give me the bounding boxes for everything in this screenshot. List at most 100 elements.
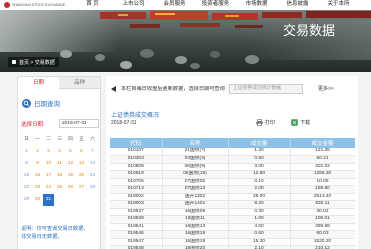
calendar-day[interactable]: 8 <box>21 158 32 170</box>
table-cell-code: 019547 <box>110 238 163 246</box>
calendar-day[interactable]: 16 <box>32 170 43 182</box>
calendar-day[interactable]: 3 <box>43 146 54 158</box>
calendar-day[interactable]: 22 <box>21 182 32 194</box>
calendar-day[interactable]: 17 <box>43 170 54 182</box>
calendar-day[interactable]: 30 <box>32 194 43 206</box>
calendar-day[interactable]: 20 <box>76 170 87 182</box>
table-cell-name: 21国债(7) <box>162 148 229 156</box>
breadcrumb-text[interactable]: 首页 > 交易数据 <box>19 59 55 66</box>
calendar-empty-cell <box>54 194 65 206</box>
calendar-day[interactable]: 31 <box>43 194 54 206</box>
table-cell-amount: 60.03 <box>290 230 355 239</box>
table-cell-code: 019548 <box>110 245 163 249</box>
calendar-day[interactable]: 4 <box>54 146 65 158</box>
table-cell-volume: 3.00 <box>228 163 291 171</box>
calendar-day[interactable]: 24 <box>43 182 54 194</box>
banner: 交易数据 首页 > 交易数据 <box>0 10 371 72</box>
calendar-day[interactable]: 9 <box>32 158 43 170</box>
calendar-day[interactable]: 28 <box>87 182 98 194</box>
table-row: 019541 16国债13 4.00 399.88 <box>110 223 355 231</box>
calendar-day[interactable]: 11 <box>54 158 65 170</box>
print-label: 打印 <box>265 120 276 126</box>
download-button[interactable]: 下载 <box>291 119 310 126</box>
table-cell-volume: 0.60 <box>228 230 291 239</box>
banner-crowd-figure <box>190 63 200 69</box>
note-line: 非交易日无数据。 <box>21 234 63 240</box>
calendar-day[interactable]: 29 <box>21 194 32 206</box>
calendar-day[interactable]: 14 <box>87 158 98 170</box>
table-row: 010619 06国债(19) 12.50 1256.30 <box>110 170 355 179</box>
table-cell-name: 16国债19 <box>162 238 229 246</box>
table-cell-amount: 210.12 <box>290 245 355 249</box>
calendar-day[interactable]: 23 <box>32 182 43 194</box>
calendar-day[interactable]: 27 <box>76 182 87 194</box>
sidebar-note: 说明：仅可查询交易日数据， 非交易日无数据。 <box>21 225 99 241</box>
banner-led-screen <box>130 24 160 28</box>
column-header-code[interactable]: 代码 <box>110 138 163 148</box>
table-cell-name: 16国债18 <box>162 230 229 239</box>
nav-item[interactable]: 市场数据 <box>236 0 277 10</box>
home-icon <box>12 60 16 64</box>
calendar-day[interactable]: 18 <box>54 170 65 182</box>
calendar-day[interactable]: 6 <box>76 146 87 158</box>
table-cell-name: 国开1302 <box>162 193 229 201</box>
nav-item[interactable]: 会员服务 <box>154 0 195 10</box>
sidebar: 日期 品种 日期查询 选择日期: 2018-07-31 日一二三四五六123456… <box>17 76 101 249</box>
calendar-empty-cell <box>65 194 76 206</box>
sidebar-tab[interactable]: 日期 <box>18 77 59 89</box>
download-icon <box>291 119 298 126</box>
calendar-day[interactable]: 1 <box>21 146 32 158</box>
table-cell-name: 16国债13 <box>162 223 229 231</box>
calendar-day[interactable]: 15 <box>21 170 32 182</box>
table-cell-volume: 1.20 <box>228 148 291 156</box>
nav-item[interactable]: 投资者服务 <box>195 0 236 10</box>
more-link[interactable]: 更多>> <box>318 86 334 92</box>
table-cell-name: 07国债13 <box>162 185 229 194</box>
calendar-day[interactable]: 10 <box>43 158 54 170</box>
nav-item[interactable]: 信息披露 <box>277 0 318 10</box>
column-header-name[interactable]: 名称 <box>162 138 229 148</box>
calendar-day[interactable]: 25 <box>54 182 65 194</box>
nav-item[interactable]: 首 页 <box>72 0 113 10</box>
site-logo[interactable]: SHANGHAI STOCK EXCHANGE <box>4 1 65 9</box>
calendar-day[interactable]: 2 <box>32 146 43 158</box>
date-picker-row: 选择日期: 2018-07-31 <box>21 119 99 128</box>
category-select[interactable]: 上证债券成交统计数据 <box>229 84 303 94</box>
nav-item[interactable]: 关于本所 <box>318 0 359 10</box>
table-cell-volume: 0.10 <box>228 178 291 186</box>
calendar-day[interactable]: 26 <box>65 182 76 194</box>
table-cell-code: 018002 <box>110 193 163 201</box>
table-cell-amount: 30.02 <box>290 208 355 216</box>
calendar-day[interactable]: 13 <box>76 158 87 170</box>
table-row: 010713 07国债13 2.00 198.60 <box>110 185 355 194</box>
print-button[interactable]: 打印 <box>256 119 275 126</box>
date-input[interactable]: 2018-07-31 <box>59 119 99 128</box>
table-cell-name: 03国债(3) <box>162 155 229 164</box>
sidebar-tab[interactable]: 品种 <box>59 77 100 89</box>
calendar-day[interactable]: 12 <box>65 158 76 170</box>
calendar-weekday: 五 <box>79 137 84 142</box>
column-header-amount[interactable]: 成交金额 <box>290 138 355 148</box>
table-row: 019537 16国债09 0.30 30.02 <box>110 208 355 216</box>
breadcrumb: 首页 > 交易数据 <box>8 57 59 67</box>
banner-led-screen <box>180 23 220 27</box>
column-header-volume[interactable]: 成交量 <box>228 138 291 148</box>
table-cell-amount: 1530.20 <box>290 238 355 246</box>
table-body: 010107 21国债(7) 1.20 121.35 010303 03国债(3) 0.50… <box>110 148 355 249</box>
calendar-day[interactable]: 19 <box>65 170 76 182</box>
table-cell-code: 019546 <box>110 230 163 239</box>
table-cell-amount: 1256.30 <box>290 170 355 179</box>
nav-item[interactable]: 上市公司 <box>113 0 154 10</box>
calendar-weekday: 四 <box>68 137 73 142</box>
search-icon <box>22 98 31 108</box>
table-row: 019539 16国债11 1.00 100.01 <box>110 215 355 224</box>
table-cell-volume: 0.50 <box>228 155 291 164</box>
calendar-day[interactable]: 5 <box>65 146 76 158</box>
arrow-left-icon[interactable] <box>111 86 116 92</box>
table-cell-volume: 2.10 <box>228 245 291 249</box>
table-cell-amount: 830.11 <box>290 200 355 209</box>
info-text: 本栏目每日收盘后更新数据，选择日期可查询 <box>121 86 225 92</box>
table-row: 018002 国开1302 25.00 2513.40 <box>110 193 355 201</box>
calendar-day[interactable]: 7 <box>87 146 98 158</box>
calendar-day[interactable]: 21 <box>87 170 98 182</box>
